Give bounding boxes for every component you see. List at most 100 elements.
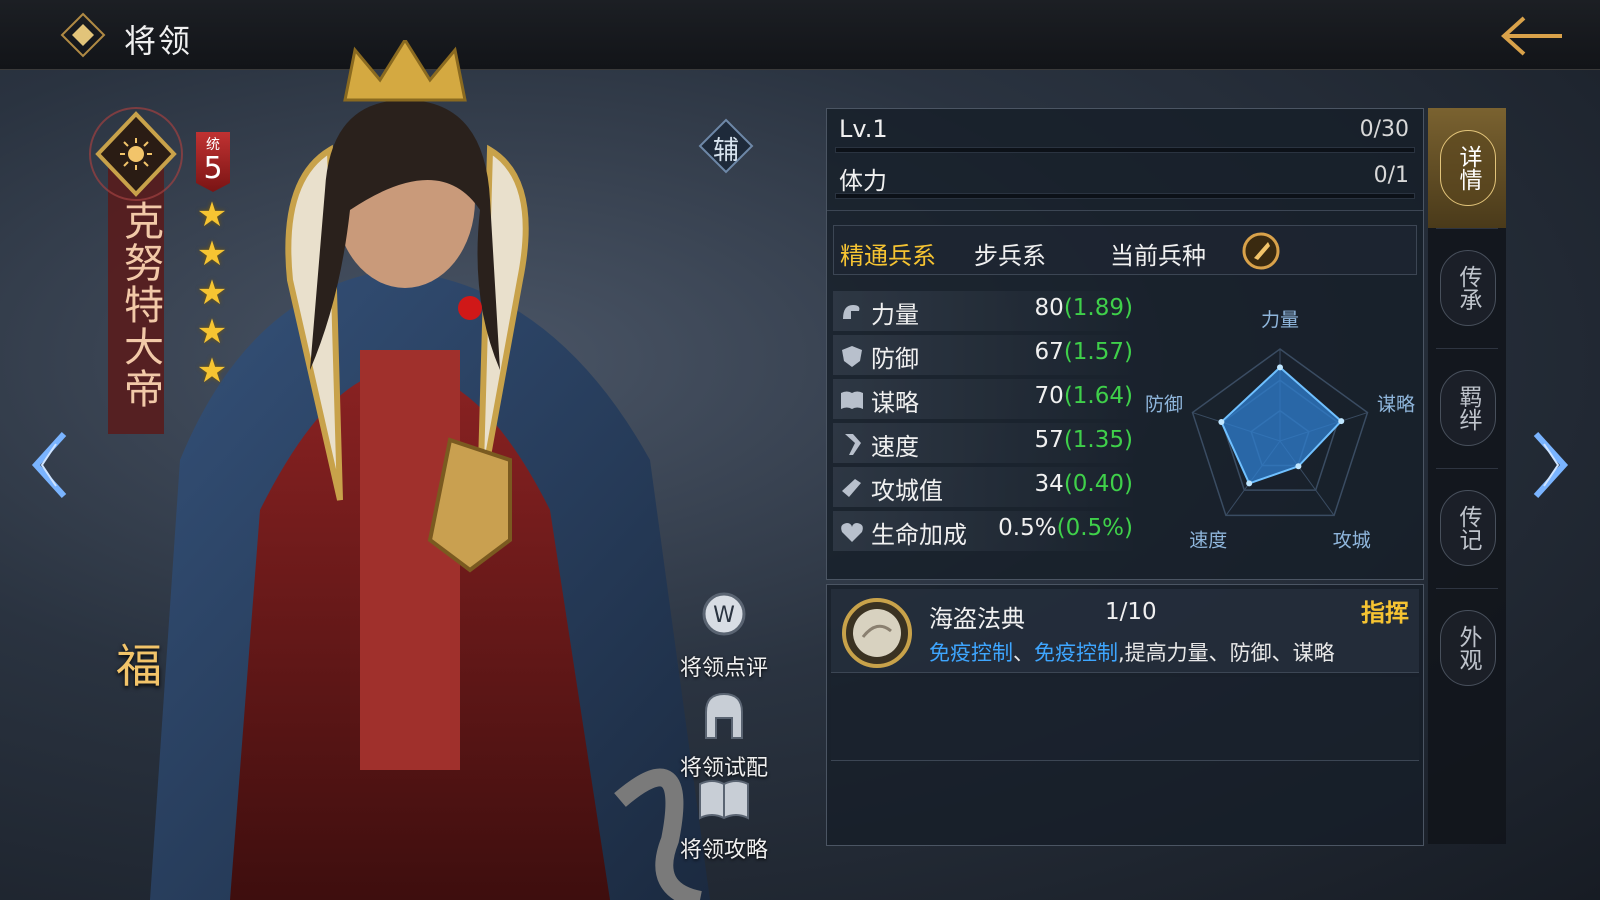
skill-desc-separator: 、 [1013, 641, 1034, 665]
tab-label: 传记 [1455, 505, 1481, 551]
troop-type-row: 精通兵系 步兵系 当前兵种 [833, 225, 1417, 275]
hero-info-panel: Lv.1 0/30 体力 0/1 精通兵系 步兵系 当前兵种 力量 80(1.89… [826, 108, 1424, 580]
star-icon: ★ [196, 273, 228, 313]
attribute-name: 防御 [871, 345, 919, 373]
attribute-growth: (1.89) [1063, 295, 1133, 321]
side-tab-bar: 详情传承羁绊传记外观 [1428, 108, 1506, 844]
hero-trial-button[interactable]: 将领试配 [666, 688, 782, 782]
svg-text:W: W [713, 603, 735, 628]
helmet-icon [705, 692, 743, 739]
attribute-base: 80 [1034, 295, 1064, 321]
radar-label: 谋略 [1377, 393, 1415, 415]
skill-panel: 海盗法典 1/10 指挥 免疫控制、免疫控制,提高力量、防御、谋略 [826, 584, 1424, 846]
attribute-growth: (1.57) [1063, 339, 1133, 365]
strength-icon [843, 305, 860, 319]
attribute-value: 0.5%(0.5%) [998, 515, 1133, 541]
boot-icon [845, 434, 861, 455]
current-troop-label: 当前兵种 [1110, 242, 1206, 270]
attribute-value: 34(0.40) [1035, 471, 1133, 497]
sun-emblem-icon [120, 138, 152, 170]
attribute-base: 0.5% [998, 515, 1057, 541]
attribute-growth: (1.35) [1063, 427, 1133, 453]
tab-separator [1436, 228, 1498, 229]
auxiliary-label: 辅 [712, 136, 739, 166]
attribute-name: 攻城值 [871, 477, 943, 505]
siege-icon [842, 479, 861, 497]
radar-label: 力量 [1261, 309, 1299, 331]
heart-icon [841, 523, 863, 542]
skill-keyword[interactable]: 免疫控制 [929, 641, 1013, 665]
shield-icon [842, 346, 862, 367]
tab-separator [1436, 588, 1498, 589]
tab-3[interactable]: 传记 [1428, 468, 1506, 588]
star-rating: ★ ★ ★ ★ ★ [192, 196, 232, 391]
star-icon: ★ [196, 312, 228, 352]
tab-label: 外观 [1455, 625, 1481, 671]
radar-label: 速度 [1189, 530, 1227, 552]
attribute-growth: (0.40) [1063, 471, 1133, 497]
radar-point [1246, 480, 1253, 487]
stamina-label: 体力 [839, 167, 887, 195]
tab-0[interactable]: 详情 [1428, 108, 1506, 228]
attribute-base: 34 [1034, 471, 1064, 497]
empty-skill-slot [831, 677, 1419, 761]
hero-guide-button[interactable]: 将领攻略 [666, 770, 782, 864]
attribute-row: 防御 67(1.57) [833, 335, 1133, 375]
attribute-growth: (0.5%) [1056, 515, 1133, 541]
comment-icon: W [702, 592, 746, 636]
skill-description: 免疫控制、免疫控制,提高力量、防御、谋略 [929, 637, 1335, 667]
attribute-base: 67 [1034, 339, 1064, 365]
star-icon: ★ [196, 195, 228, 235]
back-arrow-icon[interactable] [1496, 12, 1568, 60]
radar-label: 防御 [1145, 393, 1183, 415]
skill-level: 1/10 [1105, 599, 1157, 625]
tab-separator [1436, 348, 1498, 349]
auxiliary-badge[interactable]: 辅 [698, 118, 754, 174]
tab-label: 羁绊 [1455, 385, 1481, 431]
scroll-skill-icon[interactable] [841, 597, 913, 669]
tab-1[interactable]: 传承 [1428, 228, 1506, 348]
attribute-value: 70(1.64) [1035, 383, 1133, 409]
attribute-value: 57(1.35) [1035, 427, 1133, 453]
troop-mastery-label: 精通兵系 [840, 242, 936, 270]
attribute-radar-chart: 力量谋略攻城 速度 防御 [1145, 309, 1415, 552]
tab-4[interactable]: 外观 [1428, 588, 1506, 708]
tab-label: 详情 [1455, 145, 1481, 191]
skill-type-label: 指挥 [1361, 599, 1409, 627]
radar-point [1277, 364, 1283, 371]
next-hero-arrow-icon[interactable] [1524, 430, 1574, 500]
book-icon [699, 780, 749, 820]
skill-keyword[interactable]: 免疫控制 [1034, 641, 1118, 665]
level-stamina-section: Lv.1 0/30 体力 0/1 [827, 109, 1423, 211]
command-value: 5 [203, 151, 223, 186]
attribute-row: 速度 57(1.35) [833, 423, 1133, 463]
hero-guide-label: 将领攻略 [679, 838, 768, 863]
level-label: Lv.1 [839, 115, 888, 143]
tab-label: 传承 [1455, 265, 1481, 311]
skill-row[interactable]: 海盗法典 1/10 指挥 免疫控制、免疫控制,提高力量、防御、谋略 [831, 589, 1419, 673]
previous-hero-arrow-icon[interactable] [26, 430, 76, 500]
radar-point [1338, 418, 1345, 425]
star-icon: ★ [196, 234, 228, 274]
attribute-name: 速度 [871, 433, 919, 461]
attribute-name: 谋略 [871, 389, 919, 417]
hero-review-button[interactable]: W 将领点评 [666, 588, 782, 682]
stamina-value: 0/1 [1373, 163, 1409, 188]
hero-name: 克努特大帝 [117, 200, 163, 410]
attribute-base: 70 [1034, 383, 1064, 409]
radar-label: 攻城 [1333, 530, 1371, 552]
hero-review-label: 将领点评 [679, 656, 768, 681]
troop-mastery-value: 步兵系 [974, 242, 1046, 270]
stamina-progress-bar [835, 193, 1415, 199]
attribute-value: 67(1.57) [1035, 339, 1133, 365]
tab-2[interactable]: 羁绊 [1428, 348, 1506, 468]
tab-separator [1436, 468, 1498, 469]
level-progress-bar [835, 147, 1415, 153]
command-badge: 统 5 [196, 132, 230, 192]
infantry-troop-icon[interactable] [1242, 232, 1280, 270]
attribute-row: 力量 80(1.89) [833, 291, 1133, 331]
radar-point [1295, 463, 1302, 470]
book-icon [841, 391, 863, 409]
attribute-value: 80(1.89) [1035, 295, 1133, 321]
attribute-row: 谋略 70(1.64) [833, 379, 1133, 419]
